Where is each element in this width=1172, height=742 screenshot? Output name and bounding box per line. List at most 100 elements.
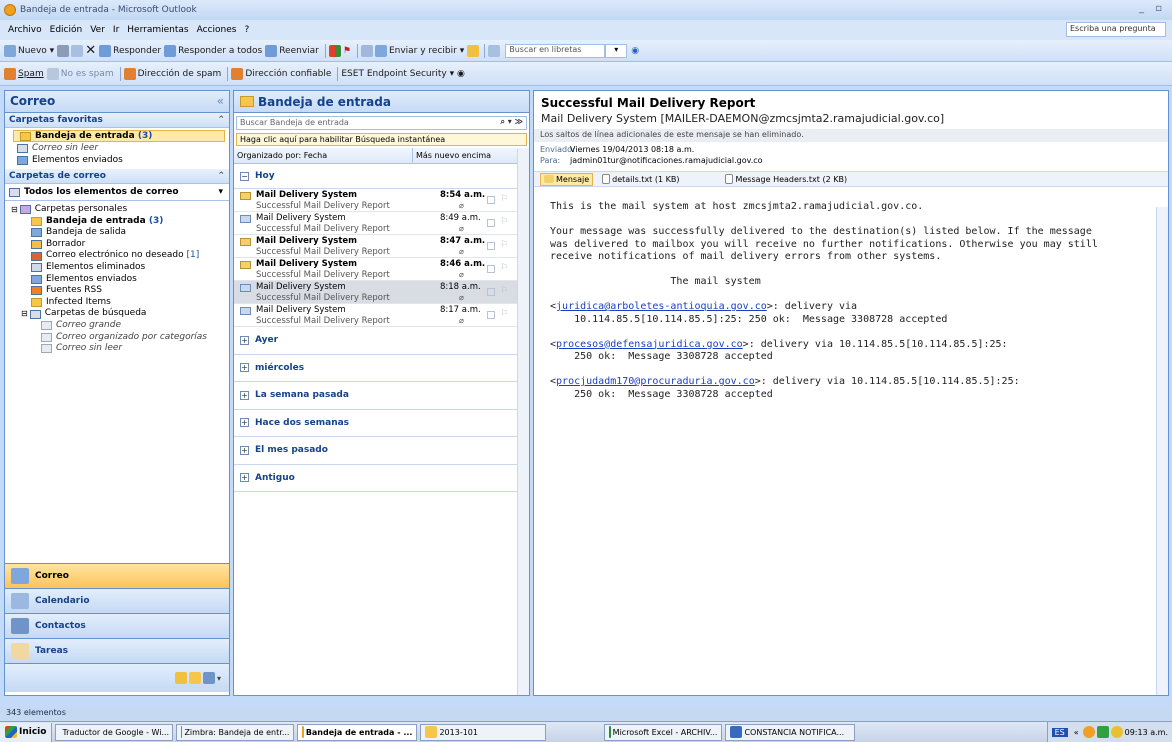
tree-rss[interactable]: Fuentes RSS: [5, 285, 229, 297]
folder-list-icon[interactable]: [188, 672, 201, 684]
taskbar-task[interactable]: Microsoft Excel - ARCHIV...: [604, 723, 723, 741]
ask-question-input[interactable]: Escriba una pregunta: [1066, 22, 1166, 37]
eset-tray-icon[interactable]: [1110, 726, 1123, 738]
attachment-headers[interactable]: Message Headers.txt (2 KB): [722, 173, 850, 185]
category-box-icon[interactable]: [487, 242, 495, 250]
category-box-icon[interactable]: [487, 288, 495, 296]
menu-ir[interactable]: Ir: [113, 25, 119, 35]
favorites-section-header[interactable]: Carpetas favoritas ⌃: [5, 113, 229, 128]
flag-icon[interactable]: ⚑: [343, 46, 351, 56]
mail-folders-section-header[interactable]: Carpetas de correo ⌃: [5, 169, 229, 184]
flag-icon[interactable]: ⚐: [500, 309, 508, 319]
tree-infected[interactable]: Infected Items: [5, 297, 229, 309]
tree-personal-folders[interactable]: ⊟ Carpetas personales: [5, 204, 229, 216]
group-header[interactable]: + El mes pasado: [234, 437, 529, 465]
fav-sent[interactable]: Elementos enviados: [5, 154, 229, 166]
message-row[interactable]: Mail Delivery System Successful Mail Del…: [234, 281, 529, 304]
flag-icon[interactable]: ⚐: [500, 263, 508, 273]
taskbar-task[interactable]: Zimbra: Bandeja de entr...: [176, 723, 295, 741]
spam-address-button[interactable]: Dirección de spam: [123, 67, 221, 80]
nav-button-tasks[interactable]: Tareas: [5, 638, 229, 663]
sort-order[interactable]: Más nuevo encima▾: [412, 148, 529, 163]
book-icon[interactable]: [488, 44, 501, 57]
flag-icon[interactable]: ⚐: [500, 217, 508, 227]
shortcuts-icon[interactable]: [202, 672, 215, 684]
menu-herramientas[interactable]: Herramientas: [127, 25, 188, 35]
trusted-address-button[interactable]: Dirección confiable: [231, 67, 331, 80]
arranged-by-date[interactable]: Organizado por: Fecha: [234, 148, 412, 163]
tree-categorized-mail[interactable]: Correo organizado por categorías: [5, 332, 229, 344]
expand-group-icon[interactable]: +: [240, 363, 249, 373]
group-header[interactable]: + miércoles: [234, 355, 529, 382]
collapse-group-icon[interactable]: −: [240, 171, 249, 181]
tray-expand-icon[interactable]: «: [1074, 728, 1079, 737]
flag-icon[interactable]: ⚐: [500, 194, 508, 204]
attachment-details[interactable]: details.txt (1 KB): [599, 173, 682, 185]
tree-sent[interactable]: Elementos enviados: [5, 274, 229, 286]
enable-instant-search-link[interactable]: Haga clic aquí para habilitar Búsqueda i…: [236, 133, 527, 146]
message-row[interactable]: Mail Delivery System Successful Mail Del…: [234, 189, 529, 212]
outlook-tray-icon[interactable]: [1082, 726, 1095, 738]
flag-icon[interactable]: ⚐: [500, 286, 508, 296]
categorize-icon[interactable]: [328, 44, 341, 57]
fav-inbox[interactable]: Bandeja de entrada (3): [13, 130, 225, 142]
recipient-link-1[interactable]: juridica@arboletes-antioquia.gov.co: [556, 301, 767, 312]
nav-button-contacts[interactable]: Contactos: [5, 613, 229, 638]
move-icon[interactable]: [71, 44, 84, 57]
notes-icon[interactable]: [174, 672, 187, 684]
tree-inbox[interactable]: Bandeja de entrada (3): [5, 216, 229, 228]
fav-unread[interactable]: Correo sin leer: [5, 142, 229, 154]
new-button[interactable]: Nuevo ▾: [4, 44, 54, 57]
nav-button-calendar[interactable]: Calendario: [5, 588, 229, 613]
search-dropdown[interactable]: ▾: [605, 43, 628, 58]
group-header[interactable]: + Hace dos semanas: [234, 410, 529, 437]
group-header[interactable]: + La semana pasada: [234, 382, 529, 410]
spam-button[interactable]: Spam: [4, 67, 44, 80]
reply-all-button[interactable]: Responder a todos: [164, 44, 262, 57]
tree-drafts[interactable]: Borrador: [5, 239, 229, 251]
recipient-link-3[interactable]: procjudadm170@procuraduria.gov.co: [556, 376, 755, 387]
taskbar-task[interactable]: Bandeja de entrada - ...: [297, 723, 418, 741]
tree-deleted[interactable]: Elementos eliminados: [5, 262, 229, 274]
configure-buttons-icon[interactable]: ▾: [217, 674, 221, 683]
message-row[interactable]: Mail Delivery System Successful Mail Del…: [234, 212, 529, 235]
expand-group-icon[interactable]: +: [240, 445, 249, 455]
window-controls[interactable]: _ ▫: [1139, 3, 1166, 14]
collapse-icon[interactable]: «: [217, 94, 224, 108]
tree-unread-mail[interactable]: Correo sin leer: [5, 343, 229, 355]
collapse-tree-icon[interactable]: ⊟: [11, 204, 18, 216]
to-value[interactable]: jadmin01tur@notificaciones.ramajudicial.…: [570, 156, 763, 165]
group-header[interactable]: + Antiguo: [234, 465, 529, 492]
attachment-message[interactable]: Mensaje: [540, 172, 594, 186]
reply-button[interactable]: Responder: [99, 44, 161, 57]
taskbar-task[interactable]: CONSTANCIA NOTIFICA...: [725, 723, 856, 741]
group-header[interactable]: + Ayer: [234, 327, 529, 355]
expand-group-icon[interactable]: +: [240, 418, 249, 428]
category-box-icon[interactable]: [487, 311, 495, 319]
menu-edicion[interactable]: Edición: [50, 25, 83, 35]
delete-icon[interactable]: ✕: [85, 43, 96, 58]
search-icon[interactable]: ⌕ ▾ ≫: [501, 117, 523, 127]
start-button[interactable]: Inicio: [0, 722, 53, 742]
forward-button[interactable]: Reenviar: [265, 44, 319, 57]
search-inbox-input[interactable]: Buscar Bandeja de entrada ⌕ ▾ ≫: [236, 116, 527, 130]
send-receive-button[interactable]: Enviar y recibir ▾: [374, 44, 464, 57]
message-row[interactable]: Mail Delivery System Successful Mail Del…: [234, 235, 529, 258]
language-indicator[interactable]: ES: [1051, 727, 1068, 737]
help-icon[interactable]: ◉: [631, 46, 639, 56]
address-book-icon[interactable]: [360, 44, 373, 57]
message-row[interactable]: Mail Delivery System Successful Mail Del…: [234, 304, 529, 327]
group-today[interactable]: − Hoy: [234, 164, 529, 189]
eset-menu-button[interactable]: ESET Endpoint Security ▾ ◉: [341, 69, 464, 79]
message-sender[interactable]: Mail Delivery System [MAILER-DAEMON@zmcs…: [534, 110, 1168, 127]
expand-group-icon[interactable]: +: [240, 390, 249, 400]
search-address-books-input[interactable]: Buscar en libretas: [505, 43, 606, 58]
message-list-scrollbar[interactable]: [517, 149, 529, 695]
expand-group-icon[interactable]: +: [240, 473, 249, 483]
category-box-icon[interactable]: [487, 265, 495, 273]
taskbar-task[interactable]: Traductor de Google - Wi...: [55, 723, 174, 741]
menu-acciones[interactable]: Acciones: [197, 25, 237, 35]
menu-archivo[interactable]: Archivo: [8, 25, 42, 35]
menu-ver[interactable]: Ver: [90, 25, 105, 35]
category-box-icon[interactable]: [487, 196, 495, 204]
